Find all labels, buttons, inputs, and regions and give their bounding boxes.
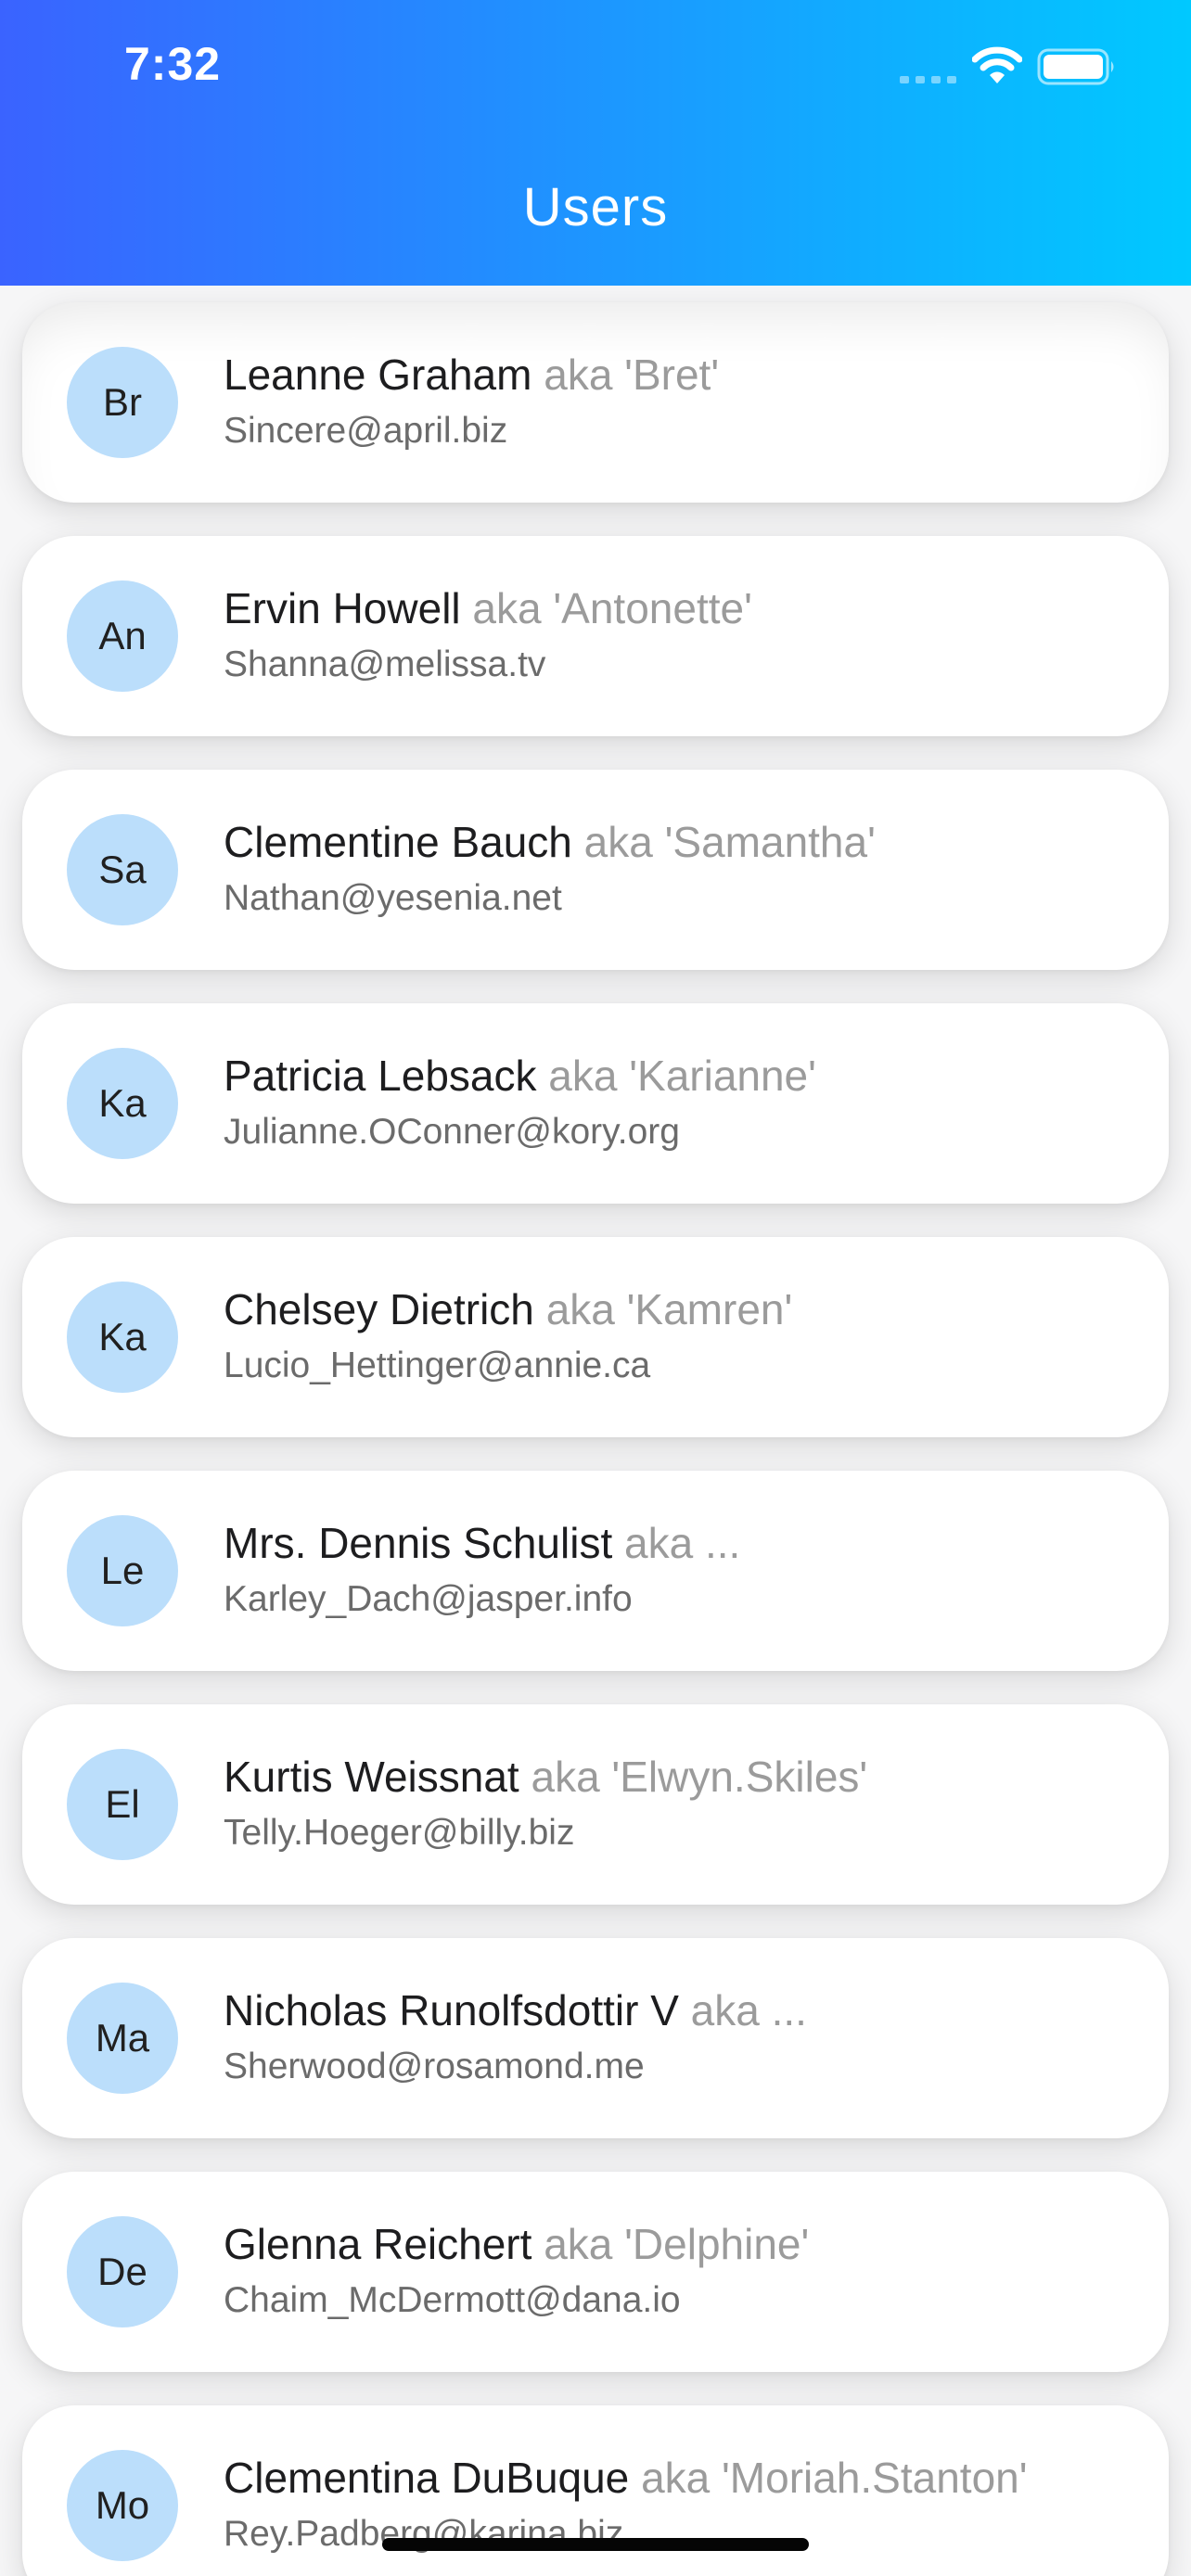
user-list-item[interactable]: El Kurtis Weissnat aka 'Elwyn.Skiles' Tell…	[22, 1704, 1169, 1905]
avatar: Br	[67, 347, 178, 458]
status-bar: 7:32	[0, 0, 1191, 139]
user-username: aka ...	[624, 1519, 741, 1567]
user-name-line: Clementina DuBuque aka 'Moriah.Stanton'	[224, 2452, 1142, 2504]
avatar: De	[67, 2216, 178, 2327]
user-username: aka 'Delphine'	[544, 2220, 810, 2268]
user-email: Lucio_Hettinger@annie.ca	[224, 1345, 651, 1385]
avatar: An	[67, 580, 178, 692]
user-name: Nicholas Runolfsdottir V	[224, 1986, 679, 2034]
user-list-item[interactable]: Le Mrs. Dennis Schulist aka ... Karley_Dac…	[22, 1471, 1169, 1671]
user-username: aka 'Moriah.Stanton'	[641, 2454, 1028, 2502]
avatar: Mo	[67, 2450, 178, 2561]
user-username: aka 'Karianne'	[548, 1052, 816, 1100]
wifi-icon	[972, 46, 1022, 83]
avatar: Ma	[67, 1983, 178, 2094]
page-title: Users	[522, 177, 669, 237]
user-name: Patricia Lebsack	[224, 1052, 537, 1100]
user-username: aka 'Antonette'	[472, 584, 752, 632]
user-username: aka ...	[690, 1986, 807, 2034]
user-username: aka 'Kamren'	[545, 1285, 793, 1333]
user-email: Chaim_McDermott@dana.io	[224, 2280, 681, 2320]
avatar: Le	[67, 1515, 178, 1626]
user-username: aka 'Bret'	[544, 351, 720, 399]
user-text: Mrs. Dennis Schulist aka ... Karley_Dach@…	[224, 1517, 1142, 1621]
user-text: Chelsey Dietrich aka 'Kamren' Lucio_Hetti…	[224, 1283, 1142, 1387]
user-email: Shanna@melissa.tv	[224, 644, 546, 684]
user-list-item[interactable]: Ma Nicholas Runolfsdottir V aka ... Sherwo…	[22, 1938, 1169, 2138]
cellular-signal-icon	[900, 76, 956, 83]
user-text: Clementine Bauch aka 'Samantha' Nathan@ye…	[224, 816, 1142, 920]
user-email: Telly.Hoeger@billy.biz	[224, 1813, 575, 1853]
battery-icon	[1037, 48, 1114, 85]
user-name-line: Clementine Bauch aka 'Samantha'	[224, 816, 1142, 868]
user-username: aka 'Samantha'	[583, 818, 876, 866]
user-text: Glenna Reichert aka 'Delphine' Chaim_McDe…	[224, 2218, 1142, 2322]
user-email: Julianne.OConner@kory.org	[224, 1112, 680, 1152]
home-indicator[interactable]	[382, 2538, 809, 2551]
avatar: Ka	[67, 1282, 178, 1393]
user-name-line: Chelsey Dietrich aka 'Kamren'	[224, 1283, 1142, 1335]
user-email: Nathan@yesenia.net	[224, 878, 562, 918]
user-name: Mrs. Dennis Schulist	[224, 1519, 613, 1567]
user-name: Leanne Graham	[224, 351, 532, 399]
user-name: Kurtis Weissnat	[224, 1753, 519, 1801]
user-list-item[interactable]: Ka Chelsey Dietrich aka 'Kamren' Lucio_Het…	[22, 1237, 1169, 1437]
user-name-line: Patricia Lebsack aka 'Karianne'	[224, 1050, 1142, 1102]
user-email: Sherwood@rosamond.me	[224, 2047, 645, 2086]
user-username: aka 'Elwyn.Skiles'	[531, 1753, 868, 1801]
user-list-item[interactable]: Br Leanne Graham aka 'Bret' Sincere@april.…	[22, 302, 1169, 503]
user-list-item[interactable]: De Glenna Reichert aka 'Delphine' Chaim_Mc…	[22, 2172, 1169, 2372]
user-name-line: Ervin Howell aka 'Antonette'	[224, 582, 1142, 634]
user-name: Glenna Reichert	[224, 2220, 532, 2268]
status-time: 7:32	[124, 38, 222, 90]
user-name: Clementina DuBuque	[224, 2454, 630, 2502]
user-text: Nicholas Runolfsdottir V aka ... Sherwood…	[224, 1984, 1142, 2088]
user-text: Leanne Graham aka 'Bret' Sincere@april.bi…	[224, 349, 1142, 453]
avatar: El	[67, 1749, 178, 1860]
user-list-item[interactable]: Sa Clementine Bauch aka 'Samantha' Nathan@…	[22, 770, 1169, 970]
avatar: Ka	[67, 1048, 178, 1159]
user-list-item[interactable]: Ka Patricia Lebsack aka 'Karianne' Juliann…	[22, 1003, 1169, 1204]
user-name: Chelsey Dietrich	[224, 1285, 534, 1333]
user-name-line: Kurtis Weissnat aka 'Elwyn.Skiles'	[224, 1751, 1142, 1803]
app-header: 7:32 Users	[0, 0, 1191, 286]
user-name-line: Leanne Graham aka 'Bret'	[224, 349, 1142, 401]
user-list[interactable]: Br Leanne Graham aka 'Bret' Sincere@april.…	[0, 286, 1191, 2576]
user-email: Sincere@april.biz	[224, 411, 508, 451]
user-text: Patricia Lebsack aka 'Karianne' Julianne.…	[224, 1050, 1142, 1154]
user-text: Kurtis Weissnat aka 'Elwyn.Skiles' Telly.…	[224, 1751, 1142, 1855]
user-name: Clementine Bauch	[224, 818, 572, 866]
avatar: Sa	[67, 814, 178, 925]
user-name-line: Glenna Reichert aka 'Delphine'	[224, 2218, 1142, 2270]
user-email: Karley_Dach@jasper.info	[224, 1579, 633, 1619]
user-name-line: Nicholas Runolfsdottir V aka ...	[224, 1984, 1142, 2036]
user-name-line: Mrs. Dennis Schulist aka ...	[224, 1517, 1142, 1569]
user-text: Ervin Howell aka 'Antonette' Shanna@melis…	[224, 582, 1142, 686]
user-list-item[interactable]: An Ervin Howell aka 'Antonette' Shanna@mel…	[22, 536, 1169, 736]
user-name: Ervin Howell	[224, 584, 461, 632]
